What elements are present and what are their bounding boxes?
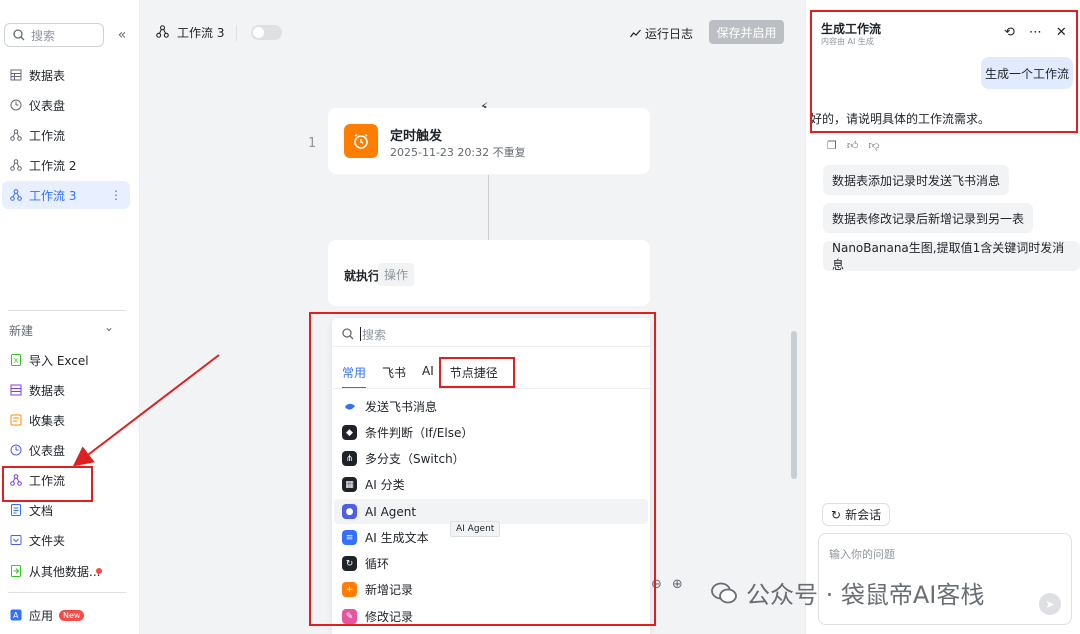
step-number: 1 (308, 136, 317, 151)
workflow-icon (9, 188, 23, 202)
sidebar-item-label: 仪表盘 (29, 443, 66, 458)
new-section-label: 新建 (9, 324, 34, 338)
chevron-down-icon[interactable]: ⌄ (104, 320, 114, 334)
app-icon: A (9, 608, 23, 622)
action-node[interactable]: 就执行 操作 (328, 240, 650, 306)
save-and-enable-button[interactable]: 保存并启用 (709, 20, 784, 44)
sidebar-item-label: 数据表 (29, 68, 66, 83)
sidebar-item-label: 数据表 (29, 383, 66, 398)
run-log-button[interactable]: 运行日志 (630, 25, 693, 42)
action-title: 就执行 (344, 269, 381, 283)
new-import-excel[interactable]: X 导入 Excel (2, 346, 130, 374)
copy-icon[interactable]: ❐ (827, 139, 837, 152)
sidebar-item-apps[interactable]: A 应用 New (2, 601, 130, 629)
annotation-box-workflow (2, 466, 93, 502)
more-options-icon[interactable]: ⋮ (110, 188, 122, 202)
sidebar-item-workflow[interactable]: 工作流 (2, 121, 130, 149)
dashboard-icon (9, 443, 23, 457)
import-icon (9, 564, 23, 578)
table-icon (9, 68, 23, 82)
collapse-sidebar-icon[interactable]: « (114, 27, 130, 43)
node-connector (488, 175, 489, 241)
chat-input-placeholder: 输入你的问题 (829, 548, 895, 561)
annotation-box-node-shortcuts (439, 357, 515, 388)
sidebar-item-label: 从其他数据... (29, 564, 101, 579)
sidebar-item-label: 文件夹 (29, 533, 66, 548)
thumbs-down-icon[interactable]: 👎︎ (868, 139, 879, 152)
suggestion-chip[interactable]: 数据表修改记录后新增记录到另一表 (823, 203, 1034, 233)
sidebar-item-label: 工作流 3 (29, 188, 77, 203)
sidebar-item-workflow-3[interactable]: 工作流 3 ⋮ (2, 181, 130, 209)
search-icon (13, 29, 25, 41)
svg-text:X: X (14, 357, 19, 365)
workflow-icon (156, 24, 169, 41)
trigger-title: 定时触发 (390, 129, 443, 144)
table-icon (9, 383, 23, 397)
sidebar-item-label: 应用 (29, 608, 54, 623)
suggestion-chip[interactable]: NanoBanana生图,提取值1含关键词时发消息 (823, 241, 1080, 272)
sidebar-search-input[interactable]: 搜索 (4, 23, 104, 47)
trend-icon (630, 27, 641, 41)
sidebar-item-dashboard[interactable]: 仪表盘 (2, 91, 130, 119)
wechat-icon (711, 582, 737, 603)
sidebar-item-workflow-2[interactable]: 工作流 2 (2, 151, 130, 179)
sidebar-divider (8, 592, 126, 593)
zoom-in-icon[interactable]: ⊕ (672, 577, 683, 592)
doc-icon (9, 503, 23, 517)
message-actions: ❐ 👍︎ 👎︎ (827, 139, 890, 152)
new-chat-label: 新会话 (845, 508, 882, 522)
sidebar-item-label: 仪表盘 (29, 98, 66, 113)
new-folder[interactable]: 文件夹 (2, 526, 130, 554)
alarm-clock-icon (344, 124, 378, 158)
workflow-title-text: 工作流 3 (177, 26, 225, 40)
new-chat-button[interactable]: ↻ 新会话 (822, 503, 891, 526)
run-log-label: 运行日志 (645, 27, 694, 41)
new-table[interactable]: 数据表 (2, 376, 130, 404)
refresh-icon: ↻ (831, 507, 842, 522)
annotation-box-assistant (810, 10, 1078, 133)
action-placeholder-chip[interactable]: 操作 (378, 263, 415, 286)
watermark: 公众号 · 袋鼠帝AI客栈 (710, 575, 984, 610)
sidebar-item-table[interactable]: 数据表 (2, 61, 130, 89)
sidebar-item-label: 文档 (29, 503, 54, 518)
send-icon[interactable]: ➤ (1039, 593, 1061, 615)
new-badge: New (59, 609, 85, 621)
sidebar-divider (8, 310, 126, 311)
excel-icon: X (9, 353, 23, 367)
thumbs-up-icon[interactable]: 👍︎ (847, 139, 859, 152)
watermark-text: 公众号 · 袋鼠帝AI客栈 (746, 581, 985, 609)
sidebar: 搜索 « 数据表 仪表盘 工作流 工作流 2 工作流 3 ⋮ 新建 ⌄ X 导入… (0, 0, 140, 634)
form-icon (9, 413, 23, 427)
workflow-title: 工作流 3 (156, 24, 224, 41)
sidebar-item-label: 工作流 (29, 128, 66, 143)
sidebar-item-label: 收集表 (29, 413, 66, 428)
svg-text:A: A (13, 611, 19, 620)
sidebar-item-label: 导入 Excel (29, 353, 89, 368)
workflow-icon (9, 158, 23, 172)
suggestion-chip[interactable]: 数据表添加记录时发送飞书消息 (823, 165, 1010, 195)
sidebar-item-label: 工作流 2 (29, 158, 77, 173)
dashboard-icon (9, 98, 23, 112)
trigger-subtitle: 2025-11-23 20:32 不重复 (390, 146, 526, 159)
notification-dot (96, 568, 102, 574)
new-import-other[interactable]: 从其他数据... (2, 557, 130, 585)
folder-icon (9, 533, 23, 547)
zoom-controls: ⊖ ⊕ (651, 577, 693, 592)
new-form[interactable]: 收集表 (2, 406, 130, 434)
workflow-icon (9, 128, 23, 142)
canvas-scrollbar[interactable] (791, 331, 797, 479)
search-placeholder: 搜索 (31, 28, 56, 43)
enable-toggle[interactable] (251, 25, 282, 40)
trigger-node[interactable]: 定时触发 2025-11-23 20:32 不重复 (328, 108, 650, 174)
new-dashboard[interactable]: 仪表盘 (2, 436, 130, 464)
divider (236, 25, 237, 41)
